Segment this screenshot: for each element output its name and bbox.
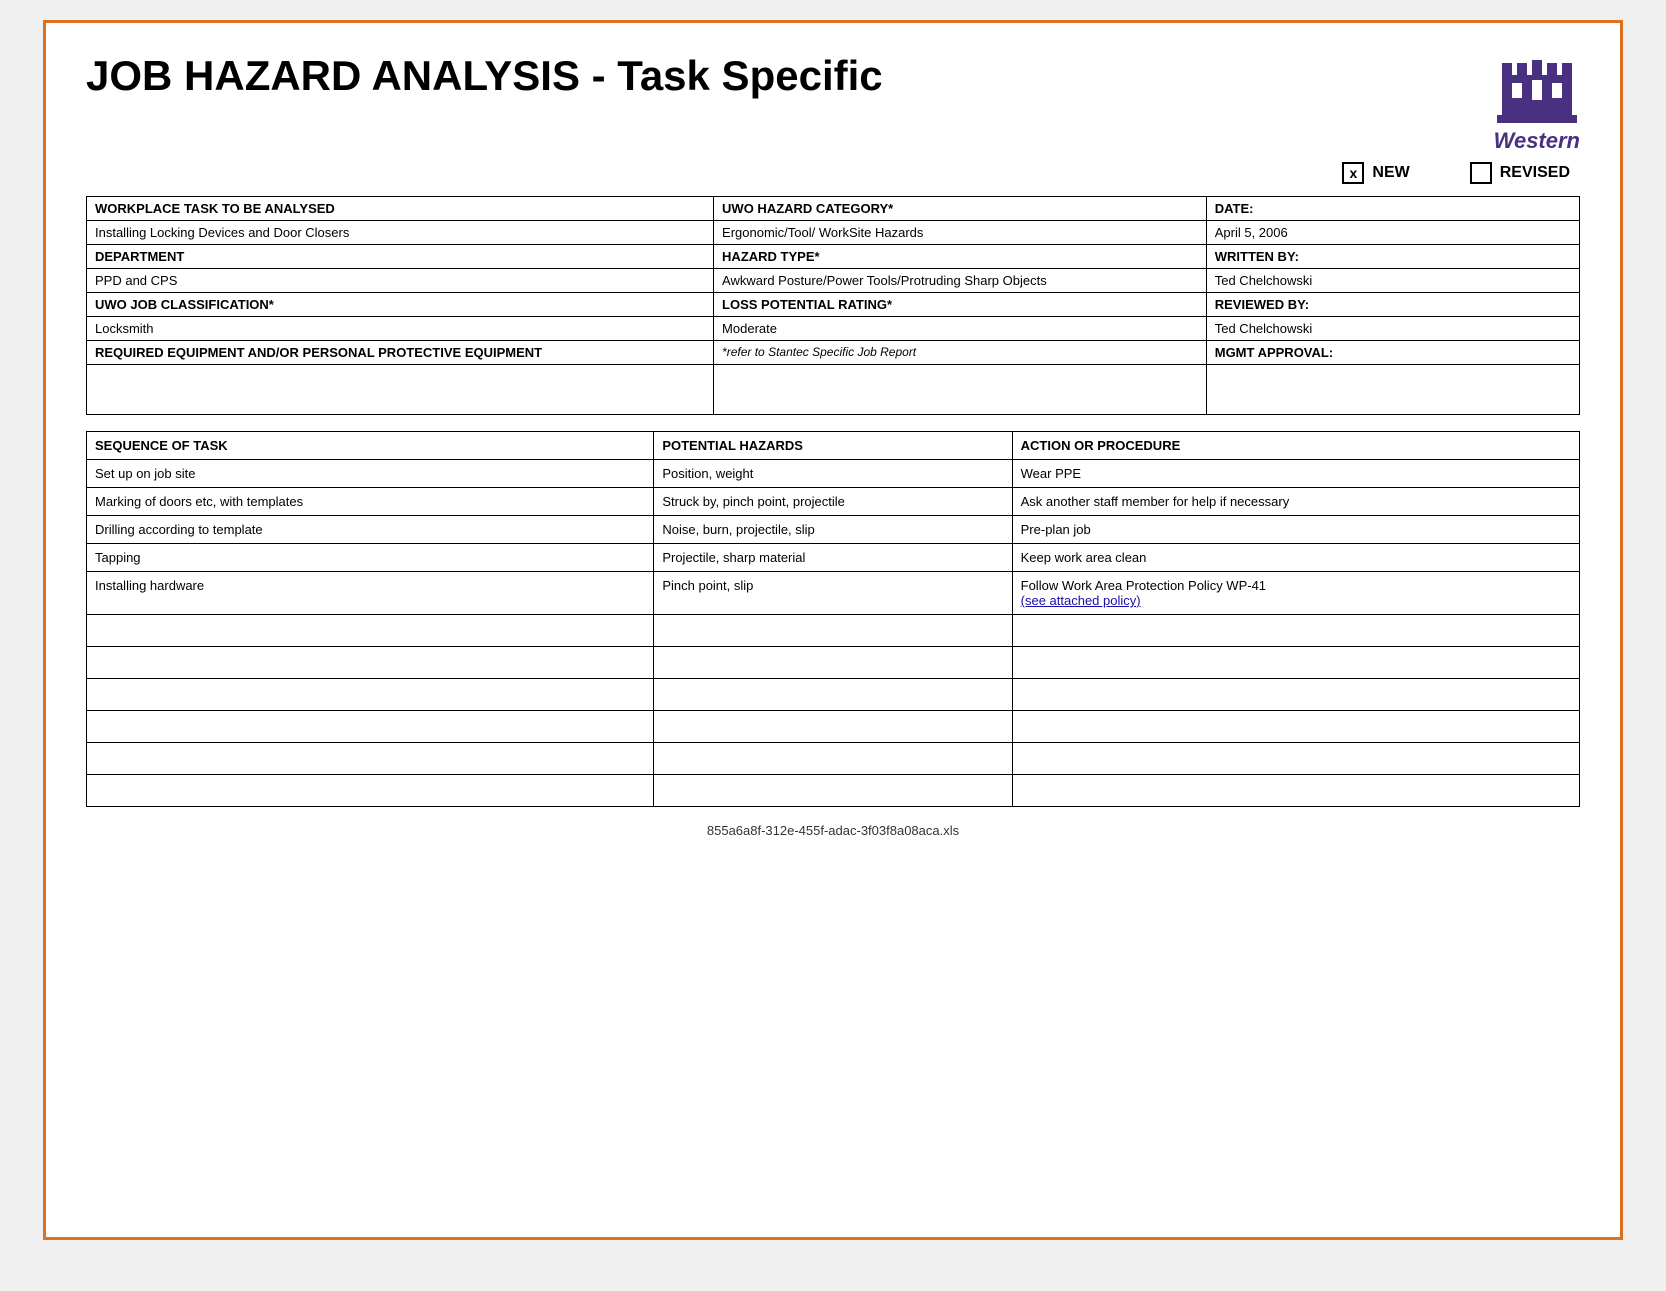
reviewed-by-label: REVIEWED BY:	[1206, 293, 1579, 317]
loss-potential-value: Moderate	[714, 317, 1207, 341]
action-cell-3: Keep work area clean	[1012, 544, 1579, 572]
task-cell-2: Drilling according to template	[87, 516, 654, 544]
task-cell-4: Installing hardware	[87, 572, 654, 615]
revised-checkbox	[1470, 162, 1492, 184]
written-by-label: WRITTEN BY:	[1206, 245, 1579, 269]
col2-header: POTENTIAL HAZARDS	[654, 432, 1012, 460]
logo-area: Western	[1494, 58, 1580, 154]
loss-potential-label: LOSS POTENTIAL RATING*	[714, 293, 1207, 317]
task-cell-10	[87, 775, 654, 807]
logo-text: Western	[1494, 128, 1580, 154]
new-label: NEW	[1372, 164, 1409, 182]
hazard-type-label: HAZARD TYPE*	[714, 245, 1207, 269]
revised-label: REVISED	[1500, 164, 1570, 182]
stantec-label: *refer to Stantec Specific Job Report	[714, 341, 1207, 365]
western-logo-icon	[1497, 58, 1577, 128]
task-cell-1: Marking of doors etc, with templates	[87, 488, 654, 516]
hazard-cell-10	[654, 775, 1012, 807]
action-cell-0: Wear PPE	[1012, 460, 1579, 488]
hazard-cell-3: Projectile, sharp material	[654, 544, 1012, 572]
hazard-type-value: Awkward Posture/Power Tools/Protruding S…	[714, 269, 1207, 293]
hazard-cell-7	[654, 679, 1012, 711]
action-cell-4: Follow Work Area Protection Policy WP-41…	[1012, 572, 1579, 615]
info-grid: WORKPLACE TASK TO BE ANALYSED UWO HAZARD…	[86, 196, 1580, 415]
hazard-cell-8	[654, 711, 1012, 743]
action-cell-9	[1012, 743, 1579, 775]
hazard-cell-6	[654, 647, 1012, 679]
uwo-hazard-value: Ergonomic/Tool/ WorkSite Hazards	[714, 221, 1207, 245]
task-cell-6	[87, 647, 654, 679]
status-row: x NEW REVISED	[86, 162, 1580, 184]
ppe-label: REQUIRED EQUIPMENT AND/OR PERSONAL PROTE…	[87, 341, 714, 365]
date-label: DATE:	[1206, 197, 1579, 221]
uwo-job-value: Locksmith	[87, 317, 714, 341]
new-status: x NEW	[1342, 162, 1409, 184]
task-cell-7	[87, 679, 654, 711]
col3-header: ACTION OR PROCEDURE	[1012, 432, 1579, 460]
action-cell-8	[1012, 711, 1579, 743]
hazard-cell-0: Position, weight	[654, 460, 1012, 488]
stantec-value	[714, 365, 1207, 415]
workplace-task-value: Installing Locking Devices and Door Clos…	[87, 221, 714, 245]
action-cell-2: Pre-plan job	[1012, 516, 1579, 544]
ppe-value	[87, 365, 714, 415]
hazard-cell-9	[654, 743, 1012, 775]
task-cell-9	[87, 743, 654, 775]
revised-status: REVISED	[1470, 162, 1570, 184]
main-title: JOB HAZARD ANALYSIS - Task Specific	[86, 53, 883, 99]
action-cell-1: Ask another staff member for help if nec…	[1012, 488, 1579, 516]
action-cell-7	[1012, 679, 1579, 711]
written-by-value: Ted Chelchowski	[1206, 269, 1579, 293]
task-cell-3: Tapping	[87, 544, 654, 572]
department-value: PPD and CPS	[87, 269, 714, 293]
hazard-cell-4: Pinch point, slip	[654, 572, 1012, 615]
new-checkbox: x	[1342, 162, 1364, 184]
mgmt-value	[1206, 365, 1579, 415]
header-section: JOB HAZARD ANALYSIS - Task Specific	[86, 53, 1580, 154]
action-cell-5	[1012, 615, 1579, 647]
hazard-cell-2: Noise, burn, projectile, slip	[654, 516, 1012, 544]
col1-header: SEQUENCE OF TASK	[87, 432, 654, 460]
footer-text: 855a6a8f-312e-455f-adac-3f03f8a08aca.xls	[86, 823, 1580, 838]
policy-link[interactable]: (see attached policy)	[1021, 593, 1141, 608]
page-wrapper: JOB HAZARD ANALYSIS - Task Specific	[43, 20, 1623, 1240]
uwo-hazard-label: UWO HAZARD CATEGORY*	[714, 197, 1207, 221]
task-cell-0: Set up on job site	[87, 460, 654, 488]
workplace-task-label: WORKPLACE TASK TO BE ANALYSED	[87, 197, 714, 221]
department-label: DEPARTMENT	[87, 245, 714, 269]
action-cell-6	[1012, 647, 1579, 679]
mgmt-label: MGMT APPROVAL:	[1206, 341, 1579, 365]
action-cell-10	[1012, 775, 1579, 807]
hazard-cell-1: Struck by, pinch point, projectile	[654, 488, 1012, 516]
date-value: April 5, 2006	[1206, 221, 1579, 245]
task-cell-5	[87, 615, 654, 647]
task-cell-8	[87, 711, 654, 743]
hazard-cell-5	[654, 615, 1012, 647]
reviewed-by-value: Ted Chelchowski	[1206, 317, 1579, 341]
uwo-job-label: UWO JOB CLASSIFICATION*	[87, 293, 714, 317]
task-table: SEQUENCE OF TASK POTENTIAL HAZARDS ACTIO…	[86, 431, 1580, 807]
